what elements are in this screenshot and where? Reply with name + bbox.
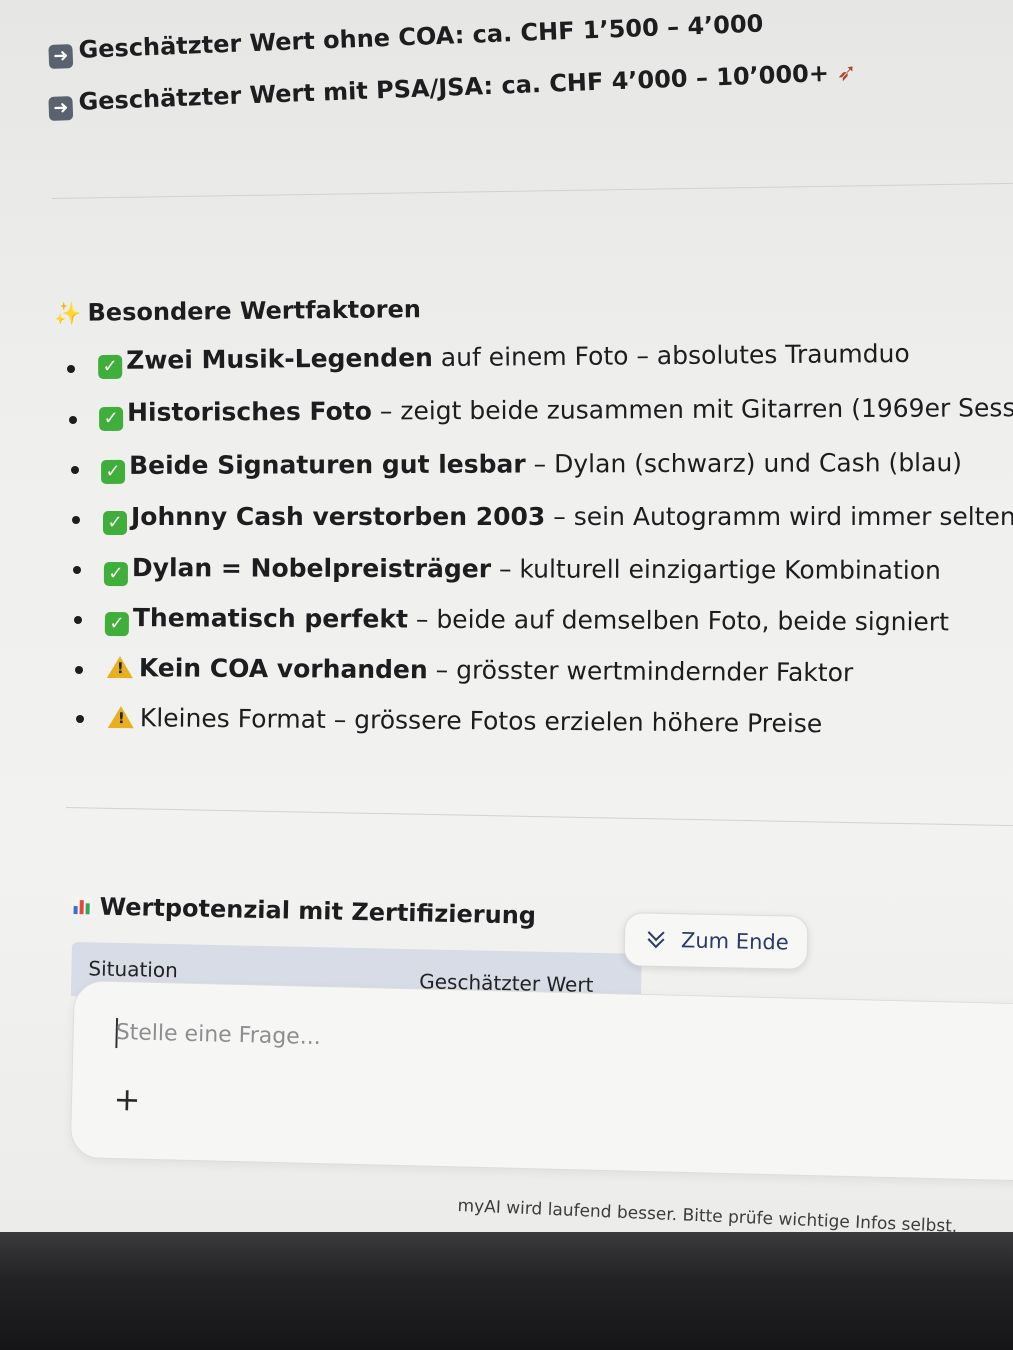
- item-bold: Historisches Foto: [126, 396, 372, 427]
- estimate-line-without-coa: ➜ Geschätzter Wert ohne COA: ca. CHF 1’50…: [48, 9, 764, 69]
- table-header-situation: Situation: [88, 956, 179, 983]
- item-bold: Dylan = Nobelpreisträger: [131, 553, 492, 584]
- check-icon: ✓: [98, 354, 123, 379]
- chat-screen: ➜ Geschätzter Wert ohne COA: ca. CHF 1’50…: [0, 0, 1013, 1232]
- disclaimer-text: myAI wird laufend besser. Bitte prüfe wi…: [457, 1196, 958, 1232]
- add-attachment-button[interactable]: +: [112, 1080, 143, 1119]
- question-input[interactable]: Stelle eine Frage...: [115, 1020, 321, 1050]
- list-bullet: [75, 666, 83, 674]
- arrow-right-icon: ➜: [48, 44, 74, 69]
- item-text: auf einem Foto – absolutes Traumduo: [432, 338, 910, 373]
- factors-title: Besondere Wertfaktoren: [87, 295, 422, 327]
- item-text: Kleines Format – grössere Fotos erzielen…: [139, 703, 823, 739]
- list-item: ✓ Zwei Musik-Legenden auf einem Foto – ab…: [98, 339, 910, 379]
- check-icon: ✓: [103, 561, 128, 587]
- scroll-to-end-label: Zum Ende: [680, 928, 789, 955]
- check-icon: ✓: [101, 459, 126, 484]
- arrow-right-icon: ➜: [48, 96, 74, 121]
- scroll-to-end-button[interactable]: Zum Ende: [623, 912, 809, 970]
- list-bullet: [71, 466, 79, 474]
- estimate-text: Geschätzter Wert mit PSA/JSA: ca. CHF 4’…: [78, 59, 830, 116]
- check-icon: ✓: [104, 611, 129, 637]
- sparkles-icon: ✨: [54, 301, 82, 327]
- double-chevron-down-icon: [645, 924, 667, 949]
- rocket-icon: ➶: [835, 57, 858, 87]
- list-bullet: [67, 365, 75, 373]
- item-text: – Dylan (schwarz) und Cash (blau): [525, 447, 963, 479]
- estimate-line-with-psa: ➜ Geschätzter Wert mit PSA/JSA: ca. CHF 4…: [48, 57, 857, 121]
- item-bold: Johnny Cash verstorben 2003: [131, 502, 546, 531]
- list-item: ✓ Thematisch perfekt – beide auf demselbe…: [104, 603, 950, 640]
- list-item: ✓ Historisches Foto – zeigt beide zusamme…: [99, 393, 1013, 431]
- potential-title: Wertpotenzial mit Zertifizierung: [99, 892, 537, 930]
- item-text: – kulturell einzigartige Kombination: [491, 554, 941, 585]
- list-bullet: [69, 416, 77, 424]
- estimate-text: Geschätzter Wert ohne COA: ca. CHF 1’500…: [78, 9, 764, 64]
- list-item: Kein COA vorhanden – grösster wertminder…: [106, 653, 854, 688]
- check-icon: ✓: [99, 406, 124, 431]
- potential-heading: Wertpotenzial mit Zertifizierung: [71, 891, 536, 931]
- list-item: ✓ Dylan = Nobelpreisträger – kulturell ei…: [103, 553, 941, 589]
- item-bold: Beide Signaturen gut lesbar: [128, 449, 526, 480]
- section-divider: [52, 182, 1013, 199]
- item-text: – sein Autogramm wird immer seltener: [545, 502, 1013, 531]
- section-divider: [65, 807, 1013, 827]
- screen-bezel: [0, 1232, 1013, 1350]
- list-bullet: [73, 566, 81, 574]
- list-item: Kleines Format – grössere Fotos erzielen…: [107, 703, 823, 739]
- warning-icon: [106, 655, 133, 679]
- list-item: ✓ Johnny Cash verstorben 2003 – sein Auto…: [103, 502, 1013, 535]
- item-text: – zeigt beide zusammen mit Gitarren (196…: [371, 392, 1013, 426]
- list-bullet: [76, 715, 84, 723]
- check-icon: ✓: [103, 511, 127, 535]
- item-text: – grösster wertmindernder Faktor: [427, 655, 854, 688]
- item-text: – beide auf demselben Foto, beide signie…: [407, 604, 950, 637]
- bar-chart-icon: [71, 895, 92, 917]
- message-composer: Stelle eine Frage... +: [69, 980, 1013, 1183]
- list-item: ✓ Beide Signaturen gut lesbar – Dylan (sc…: [101, 448, 962, 484]
- item-bold: Kein COA vorhanden: [138, 653, 428, 685]
- factors-heading: ✨ Besondere Wertfaktoren: [54, 294, 421, 330]
- list-bullet: [74, 616, 82, 624]
- warning-icon: [107, 705, 134, 729]
- item-bold: Thematisch perfekt: [132, 603, 409, 634]
- list-bullet: [72, 516, 80, 524]
- item-bold: Zwei Musik-Legenden: [125, 343, 434, 375]
